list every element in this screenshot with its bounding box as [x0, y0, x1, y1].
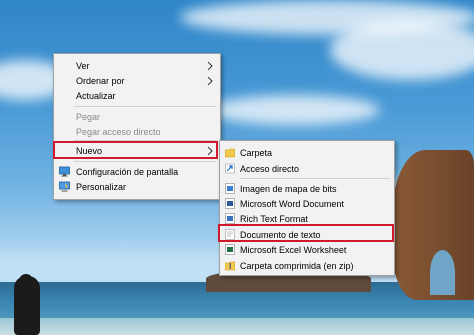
menu-separator — [74, 106, 216, 107]
beach — [0, 318, 474, 335]
menu-item-label: Personalizar — [76, 181, 127, 192]
submenu-item-word-document[interactable]: Microsoft Word Document — [220, 196, 394, 211]
highlight-box-documento-texto — [218, 224, 394, 242]
shortcut-icon — [225, 163, 235, 174]
person-silhouette — [14, 276, 40, 335]
rock-arch-gap — [430, 250, 455, 295]
menu-item-ver[interactable]: Ver — [54, 58, 220, 73]
menu-item-label: Microsoft Word Document — [240, 198, 344, 209]
nuevo-submenu: Carpeta Acceso directo Imagen de mapa de… — [219, 140, 395, 276]
zip-folder-icon — [224, 260, 236, 271]
menu-item-label: Ver — [76, 60, 90, 71]
menu-item-label: Acceso directo — [240, 163, 300, 174]
word-document-icon — [225, 198, 235, 209]
menu-item-personalizar[interactable]: Personalizar — [54, 179, 220, 194]
menu-item-label: Ordenar por — [76, 75, 125, 86]
cloud — [210, 95, 380, 125]
chevron-right-icon — [206, 61, 214, 71]
cloud — [330, 20, 474, 80]
menu-separator — [240, 178, 390, 179]
menu-item-pegar: Pegar — [54, 109, 220, 124]
menu-item-pegar-acceso-directo: Pegar acceso directo — [54, 124, 220, 139]
submenu-item-carpeta[interactable]: Carpeta — [220, 145, 394, 160]
rich-text-icon — [225, 213, 235, 224]
menu-item-label: Rich Text Format — [240, 213, 308, 224]
submenu-item-carpeta-comprimida[interactable]: Carpeta comprimida (en zip) — [220, 258, 394, 273]
menu-item-ordenar-por[interactable]: Ordenar por — [54, 73, 220, 88]
display-settings-icon — [59, 166, 70, 177]
menu-item-label: Imagen de mapa de bits — [240, 183, 337, 194]
menu-item-label: Pegar acceso directo — [76, 126, 161, 137]
chevron-right-icon — [206, 76, 214, 86]
menu-item-label: Carpeta — [240, 147, 273, 158]
submenu-item-acceso-directo[interactable]: Acceso directo — [220, 161, 394, 176]
menu-item-label: Pegar — [76, 111, 101, 122]
personalize-icon — [59, 181, 70, 192]
submenu-item-excel-worksheet[interactable]: Microsoft Excel Worksheet — [220, 242, 394, 257]
menu-item-actualizar[interactable]: Actualizar — [54, 88, 220, 103]
excel-worksheet-icon — [225, 244, 235, 255]
menu-item-label: Carpeta comprimida (en zip) — [240, 260, 354, 271]
menu-item-configuracion-pantalla[interactable]: Configuración de pantalla — [54, 164, 220, 179]
menu-item-label: Configuración de pantalla — [76, 166, 179, 177]
bitmap-image-icon — [225, 183, 235, 194]
folder-icon — [224, 147, 236, 158]
menu-item-label: Microsoft Excel Worksheet — [240, 244, 347, 255]
menu-separator — [74, 161, 216, 162]
submenu-item-imagen-mapa-bits[interactable]: Imagen de mapa de bits — [220, 181, 394, 196]
menu-item-label: Actualizar — [76, 90, 116, 101]
highlight-box-nuevo — [53, 141, 218, 159]
desktop-context-menu: Ver Ordenar por Actualizar Pegar Pegar a… — [53, 53, 221, 200]
